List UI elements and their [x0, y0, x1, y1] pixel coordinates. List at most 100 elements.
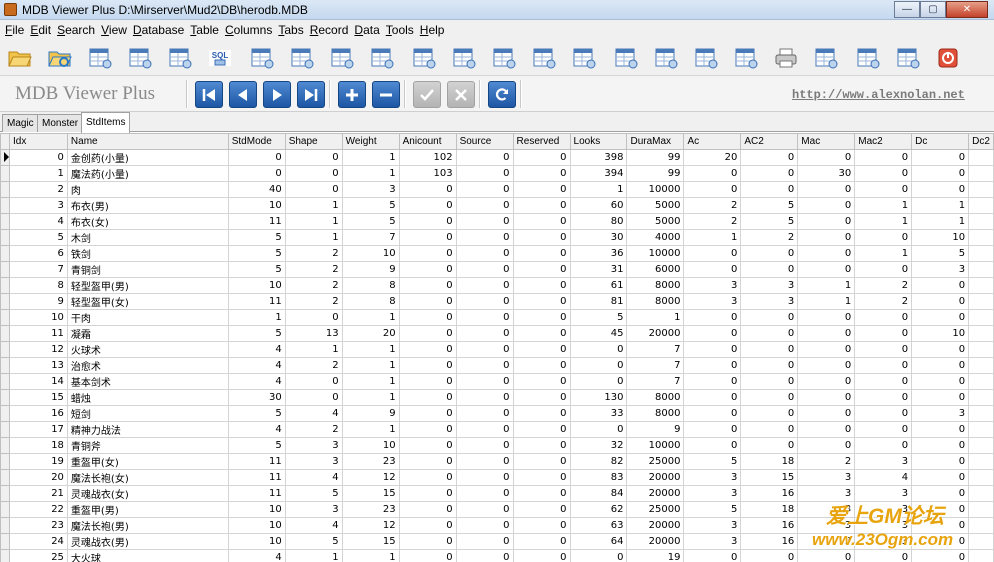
cell-mac2[interactable]: 2: [854, 277, 913, 294]
cell-reserved[interactable]: 0: [512, 309, 571, 326]
row-indicator[interactable]: [0, 389, 10, 406]
table-row[interactable]: 2 肉 40 0 3 0 0 0 1 10000 0 0 0 0 0: [0, 181, 994, 198]
cell-weight[interactable]: 23: [341, 501, 400, 518]
cell-name[interactable]: 大火球: [66, 549, 229, 562]
cell-source[interactable]: 0: [455, 277, 514, 294]
cell-ac2[interactable]: 0: [740, 325, 799, 342]
cell-looks[interactable]: 62: [569, 501, 628, 518]
cell-shape[interactable]: 1: [284, 197, 343, 214]
cell-dc2[interactable]: [968, 229, 994, 246]
cell-shape[interactable]: 0: [284, 309, 343, 326]
cell-anicount[interactable]: 0: [398, 485, 457, 502]
cell-source[interactable]: 0: [455, 549, 514, 562]
cell-reserved[interactable]: 0: [512, 373, 571, 390]
first-record-button[interactable]: [195, 81, 223, 108]
cell-idx[interactable]: 2: [9, 181, 68, 198]
cell-ac[interactable]: 3: [683, 517, 742, 534]
row-indicator[interactable]: [0, 405, 10, 422]
zoom-icon[interactable]: [166, 45, 194, 71]
cell-mac2[interactable]: 0: [854, 373, 913, 390]
cell-shape[interactable]: 2: [284, 421, 343, 438]
close-button[interactable]: ✕: [946, 1, 988, 18]
cell-duramax[interactable]: 20000: [626, 469, 685, 486]
cell-dc2[interactable]: [968, 309, 994, 326]
cell-idx[interactable]: 11: [9, 325, 68, 342]
cell-name[interactable]: 布衣(男): [66, 197, 229, 214]
cell-duramax[interactable]: 6000: [626, 261, 685, 278]
cell-dc2[interactable]: [968, 261, 994, 278]
cell-shape[interactable]: 2: [284, 357, 343, 374]
row-indicator[interactable]: [0, 373, 10, 390]
column-header-dc[interactable]: Dc: [911, 133, 970, 150]
table-row[interactable]: 3 布衣(男) 10 1 5 0 0 0 60 5000 2 5 0 1 1: [0, 197, 994, 214]
menu-item-help[interactable]: Help: [419, 23, 450, 37]
columns-icon[interactable]: [328, 45, 356, 71]
row-indicator[interactable]: [0, 149, 10, 166]
cell-dc[interactable]: 0: [911, 469, 970, 486]
cell-dc[interactable]: 3: [911, 261, 970, 278]
cell-anicount[interactable]: 0: [398, 373, 457, 390]
cell-duramax[interactable]: 8000: [626, 405, 685, 422]
cell-mac[interactable]: 30: [797, 165, 856, 182]
cell-mac[interactable]: 0: [797, 213, 856, 230]
cell-ac[interactable]: 2: [683, 213, 742, 230]
cell-name[interactable]: 灵魂战衣(男): [66, 533, 229, 550]
row-indicator[interactable]: [0, 277, 10, 294]
column-header-mac[interactable]: Mac: [797, 133, 856, 150]
cell-mac[interactable]: 0: [797, 245, 856, 262]
cell-mac2[interactable]: 0: [854, 165, 913, 182]
cell-name[interactable]: 魔法药(小量): [66, 165, 229, 182]
cell-reserved[interactable]: 0: [512, 389, 571, 406]
cell-shape[interactable]: 0: [284, 165, 343, 182]
column-header-stdmode[interactable]: StdMode: [227, 133, 286, 150]
cell-stdmode[interactable]: 10: [227, 277, 286, 294]
row-indicator[interactable]: [0, 517, 10, 534]
cell-looks[interactable]: 80: [569, 213, 628, 230]
cell-ac[interactable]: 0: [683, 325, 742, 342]
row-indicator[interactable]: [0, 213, 10, 230]
cell-idx[interactable]: 3: [9, 197, 68, 214]
row-indicator[interactable]: [0, 181, 10, 198]
menu-item-search[interactable]: Search: [56, 23, 100, 37]
cell-source[interactable]: 0: [455, 341, 514, 358]
cell-shape[interactable]: 0: [284, 149, 343, 166]
cell-mac2[interactable]: 1: [854, 197, 913, 214]
table-info-icon[interactable]: [368, 45, 396, 71]
cell-source[interactable]: 0: [455, 389, 514, 406]
cell-dc[interactable]: 0: [911, 373, 970, 390]
cell-dc2[interactable]: [968, 277, 994, 294]
cell-looks[interactable]: 81: [569, 293, 628, 310]
cell-anicount[interactable]: 0: [398, 469, 457, 486]
cell-source[interactable]: 0: [455, 453, 514, 470]
cell-shape[interactable]: 3: [284, 437, 343, 454]
cell-name[interactable]: 蜡烛: [66, 389, 229, 406]
cell-ac2[interactable]: 0: [740, 341, 799, 358]
cell-looks[interactable]: 83: [569, 469, 628, 486]
edit-icon[interactable]: [490, 45, 518, 71]
cell-reserved[interactable]: 0: [512, 517, 571, 534]
cell-ac2[interactable]: 15: [740, 469, 799, 486]
cell-duramax[interactable]: 10000: [626, 437, 685, 454]
cell-mac[interactable]: 0: [797, 389, 856, 406]
cell-dc2[interactable]: [968, 325, 994, 342]
cell-source[interactable]: 0: [455, 181, 514, 198]
cell-shape[interactable]: 13: [284, 325, 343, 342]
cell-reserved[interactable]: 0: [512, 181, 571, 198]
cell-shape[interactable]: 0: [284, 373, 343, 390]
cell-looks[interactable]: 0: [569, 357, 628, 374]
cell-weight[interactable]: 8: [341, 293, 400, 310]
cell-anicount[interactable]: 0: [398, 325, 457, 342]
cell-name[interactable]: 重盔甲(男): [66, 501, 229, 518]
cell-mac[interactable]: 0: [797, 325, 856, 342]
cell-duramax[interactable]: 10000: [626, 245, 685, 262]
cell-mac[interactable]: 2: [797, 453, 856, 470]
cell-duramax[interactable]: 4000: [626, 229, 685, 246]
column-header-mac2[interactable]: Mac2: [854, 133, 913, 150]
cell-ac[interactable]: 5: [683, 501, 742, 518]
cell-mac[interactable]: 0: [797, 405, 856, 422]
last-record-button[interactable]: [297, 81, 325, 108]
cell-name[interactable]: 魔法长袍(女): [66, 469, 229, 486]
query-icon[interactable]: [854, 45, 882, 71]
cell-dc[interactable]: 10: [911, 229, 970, 246]
cell-reserved[interactable]: 0: [512, 277, 571, 294]
